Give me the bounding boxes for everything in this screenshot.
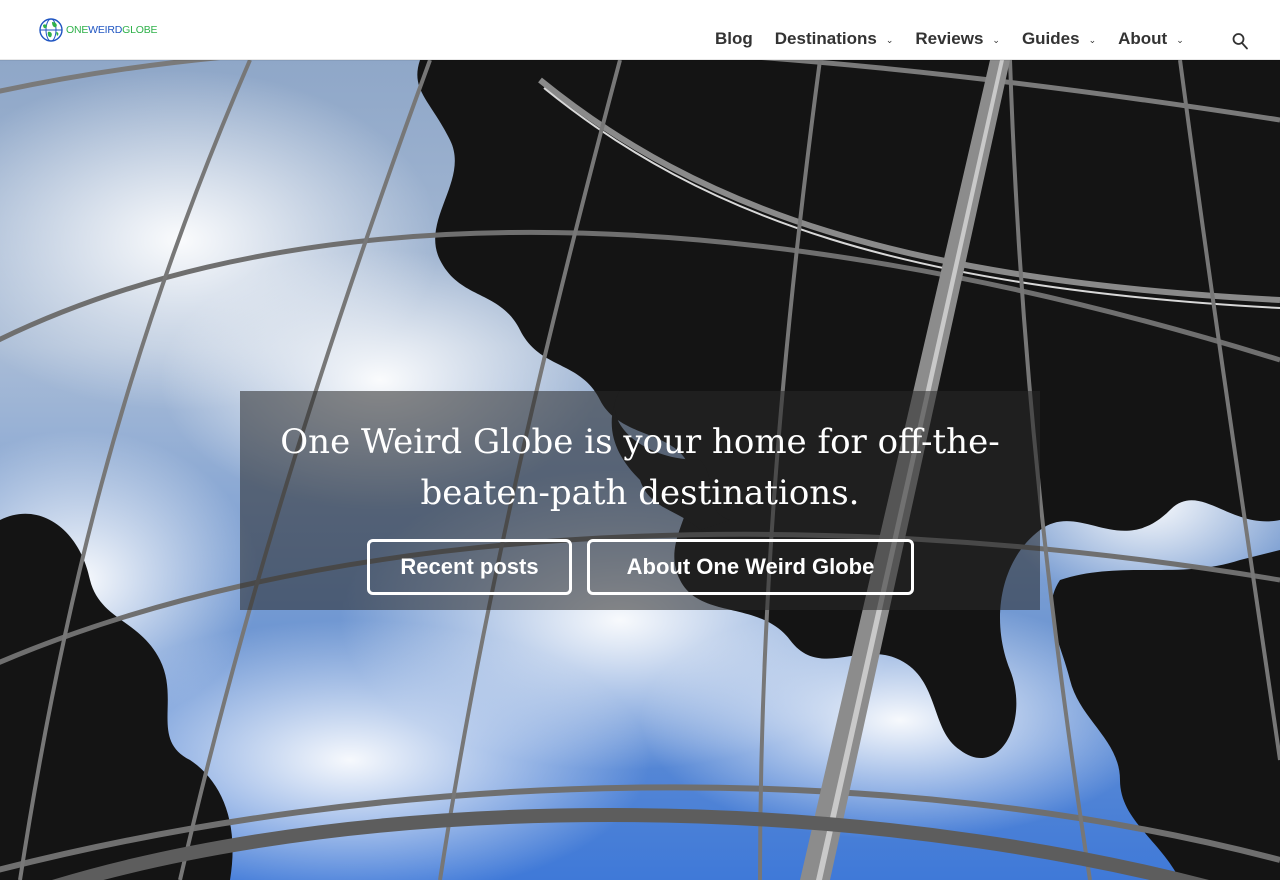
- nav-item-label: Guides: [1021, 29, 1080, 48]
- search-icon[interactable]: [1231, 32, 1249, 50]
- chevron-down-icon: ⌄: [1088, 34, 1097, 45]
- site-logo[interactable]: ONEWEIRDGLOBE: [38, 16, 158, 44]
- nav-item-label: Reviews: [915, 29, 984, 48]
- nav-item-label: About: [1118, 29, 1168, 48]
- recent-posts-button[interactable]: Recent posts: [367, 539, 572, 595]
- nav-item-guides[interactable]: Guides ⌄: [1022, 29, 1096, 49]
- chevron-down-icon: ⌄: [885, 34, 894, 45]
- hero-overlay-box: One Weird Globe is your home for off-the…: [240, 391, 1040, 610]
- chevron-down-icon: ⌄: [992, 34, 1000, 45]
- hero-title: One Weird Globe is your home for off-the…: [280, 422, 1000, 513]
- nav-item-destinations[interactable]: Destinations ⌄: [775, 29, 894, 49]
- nav-item-label: Blog: [715, 29, 753, 48]
- hero-section: One Weird Globe is your home for off-the…: [0, 60, 1280, 880]
- logo-wordmark: ONEWEIRDGLOBE: [66, 23, 158, 36]
- logo-text-weird: WEIRD: [88, 23, 123, 36]
- globe-logo-icon: [39, 18, 63, 42]
- site-header: ONEWEIRDGLOBE Blog Destinations ⌄ Reviews…: [0, 0, 1280, 60]
- nav-item-about[interactable]: About ⌄: [1118, 29, 1184, 49]
- nav-item-label: Destinations: [774, 29, 877, 48]
- chevron-down-icon: ⌄: [1176, 34, 1184, 45]
- logo-text-globe: GLOBE: [122, 23, 158, 36]
- nav-item-reviews[interactable]: Reviews ⌄: [915, 29, 1000, 49]
- main-nav: Blog Destinations ⌄ Reviews ⌄ Guides ⌄ Abou…: [715, 28, 1206, 50]
- logo-text-one: ONE: [66, 23, 89, 36]
- about-one-weird-globe-button[interactable]: About One Weird Globe: [587, 539, 914, 595]
- nav-item-blog[interactable]: Blog: [715, 29, 753, 49]
